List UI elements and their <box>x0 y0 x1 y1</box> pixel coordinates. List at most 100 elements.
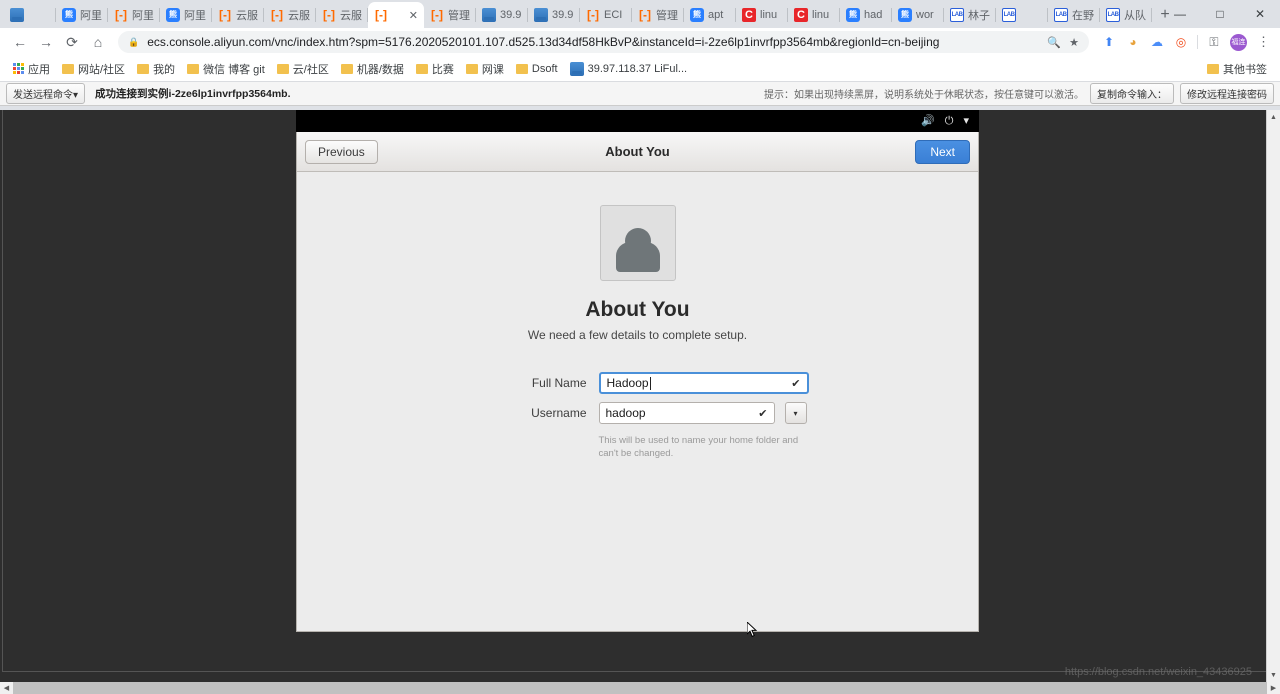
browser-tab[interactable]: [-] 管理 <box>632 2 684 28</box>
close-window-button[interactable]: ✕ <box>1240 0 1280 28</box>
browser-tab[interactable]: 熊 阿里 <box>160 2 212 28</box>
minimize-button[interactable]: — <box>1160 0 1200 28</box>
bookmark-item[interactable]: 比赛 <box>411 59 459 79</box>
spacer <box>467 432 587 461</box>
bookmark-apps[interactable]: 应用 <box>8 59 55 79</box>
browser-tab[interactable]: [-] 管理 <box>424 2 476 28</box>
browser-tab-active[interactable]: [-] ✕ <box>368 2 424 28</box>
scroll-down-icon[interactable]: ▼ <box>1267 668 1280 682</box>
tab-label: 阿里 <box>184 7 206 23</box>
copy-command-input-button[interactable]: 复制命令输入： <box>1090 83 1174 104</box>
browser-tab[interactable]: 熊 阿里 <box>56 2 108 28</box>
aliyun-icon: [-] <box>430 8 444 22</box>
back-icon[interactable]: ← <box>8 30 32 54</box>
upload-extension-icon[interactable]: ⬆ <box>1101 34 1117 50</box>
browser-tab[interactable]: 39.9 <box>528 2 580 28</box>
vertical-scrollbar[interactable]: ▲ ▼ <box>1266 110 1280 682</box>
search-icon[interactable]: 🔍 <box>1047 36 1061 49</box>
username-dropdown-button[interactable]: ▾ <box>785 402 807 424</box>
bookmark-item[interactable]: 网课 <box>461 59 509 79</box>
browser-tab[interactable]: LAB <box>996 2 1048 28</box>
bookmark-item[interactable]: Dsoft <box>511 61 563 77</box>
horizontal-scrollbar[interactable]: ◀ ▶ <box>0 682 1280 694</box>
scroll-up-icon[interactable]: ▲ <box>1267 110 1280 124</box>
browser-tab[interactable]: [-] 云服 <box>316 2 368 28</box>
bookmark-item[interactable]: 云/社区 <box>272 59 334 79</box>
username-input[interactable]: hadoop ✔ <box>599 402 775 424</box>
avatar[interactable]: 福连 <box>1230 34 1247 51</box>
extension-icons: ⬆ ◕ ☁ ◎ ⚿ 福连 ⋮ <box>1097 34 1272 51</box>
maximize-button[interactable]: □ <box>1200 0 1240 28</box>
tab-label: 阿里 <box>132 7 154 23</box>
scroll-left-icon[interactable]: ◀ <box>0 682 13 694</box>
browser-tab[interactable]: [-] 阿里 <box>108 2 160 28</box>
bookmark-item[interactable]: 网站/社区 <box>57 59 130 79</box>
folder-icon <box>137 64 149 74</box>
chevron-down-icon[interactable]: ▾ <box>963 116 969 127</box>
vnc-canvas[interactable]: 🔊 ⏻ ▾ Previous About You Next <box>0 110 1280 682</box>
bowl-extension-icon[interactable]: ◕ <box>1125 34 1141 50</box>
bookmark-item[interactable]: 机器/数据 <box>336 59 409 79</box>
tab-label: ECI <box>604 9 626 21</box>
bookmark-item[interactable]: 微信 博客 git <box>182 59 270 79</box>
close-icon[interactable]: ✕ <box>409 9 418 22</box>
tab-label: linu <box>812 9 834 21</box>
browser-tab[interactable]: LAB 从队 <box>1100 2 1152 28</box>
scroll-right-icon[interactable]: ▶ <box>1267 682 1280 694</box>
next-button[interactable]: Next <box>915 140 970 164</box>
volume-icon[interactable]: 🔊 <box>921 116 935 127</box>
send-remote-command-button[interactable]: 发送远程命令▾ <box>6 83 85 104</box>
monitor-icon <box>10 8 24 22</box>
browser-tab[interactable]: 熊 apt <box>684 2 736 28</box>
browser-tab[interactable]: LAB 林子 <box>944 2 996 28</box>
change-remote-password-button[interactable]: 修改远程连接密码 <box>1180 83 1274 104</box>
monitor-icon <box>534 8 548 22</box>
browser-tab[interactable]: C linu <box>736 2 788 28</box>
browser-tab[interactable]: [-] 云服 <box>212 2 264 28</box>
tab-label: 管理 <box>448 7 470 23</box>
page-watermark: https://blog.csdn.net/weixin_43436925 <box>1065 666 1252 678</box>
tab-label: 从队 <box>1124 7 1146 23</box>
browser-tab[interactable] <box>4 2 56 28</box>
other-bookmarks[interactable]: 其他书签 <box>1202 59 1272 79</box>
about-you-form: Full Name Hadoop ✔ Username <box>297 372 978 461</box>
full-name-input[interactable]: Hadoop ✔ <box>599 372 809 394</box>
browser-tab[interactable]: 熊 had <box>840 2 892 28</box>
chrome-menu-icon[interactable]: ⋮ <box>1255 34 1272 50</box>
power-icon[interactable]: ⏻ <box>945 116 954 127</box>
browser-tab[interactable]: 39.9 <box>476 2 528 28</box>
bookmark-label: 机器/数据 <box>357 61 404 77</box>
username-help-text: This will be used to name your home fold… <box>599 435 809 461</box>
lab-icon: LAB <box>1002 8 1016 22</box>
installer-header: Previous About You Next <box>297 132 978 172</box>
ubuntu-installer-window: Previous About You Next About You We nee… <box>296 132 979 632</box>
bookmark-label: Dsoft <box>532 63 558 75</box>
bookmark-label: 其他书签 <box>1223 61 1267 77</box>
full-name-label: Full Name <box>467 372 587 390</box>
baidu-icon: 熊 <box>846 8 860 22</box>
browser-tab[interactable]: 熊 wor <box>892 2 944 28</box>
browser-toolbar: ← → ⟳ ⌂ 🔒 ecs.console.aliyun.com/vnc/ind… <box>0 28 1280 56</box>
bookmark-item[interactable]: 39.97.118.37 LiFul... <box>565 60 692 78</box>
browser-tab[interactable]: [-] 云服 <box>264 2 316 28</box>
browser-tab[interactable]: C linu <box>788 2 840 28</box>
cloud-extension-icon[interactable]: ☁ <box>1149 34 1165 50</box>
browser-tab[interactable]: LAB 在野 <box>1048 2 1100 28</box>
forward-icon[interactable]: → <box>34 30 58 54</box>
baidu-icon: 熊 <box>62 8 76 22</box>
password-key-icon[interactable]: ⚿ <box>1206 34 1222 50</box>
tab-label: 39.9 <box>552 9 574 21</box>
address-bar[interactable]: 🔒 ecs.console.aliyun.com/vnc/index.htm?s… <box>118 31 1089 53</box>
browser-tab[interactable]: [-] ECI <box>580 2 632 28</box>
bookmark-item[interactable]: 我的 <box>132 59 180 79</box>
remote-desktop: 🔊 ⏻ ▾ Previous About You Next <box>2 110 1276 672</box>
reload-icon[interactable]: ⟳ <box>60 30 84 54</box>
bookmark-label: 微信 博客 git <box>203 61 265 77</box>
baidu-icon: 熊 <box>690 8 704 22</box>
bookmark-star-icon[interactable]: ★ <box>1069 36 1079 49</box>
home-icon[interactable]: ⌂ <box>86 30 110 54</box>
user-avatar-icon[interactable] <box>600 205 676 281</box>
tab-label: 39.9 <box>500 9 522 21</box>
opera-extension-icon[interactable]: ◎ <box>1173 34 1189 50</box>
ubuntu-top-panel: 🔊 ⏻ ▾ <box>296 110 979 132</box>
